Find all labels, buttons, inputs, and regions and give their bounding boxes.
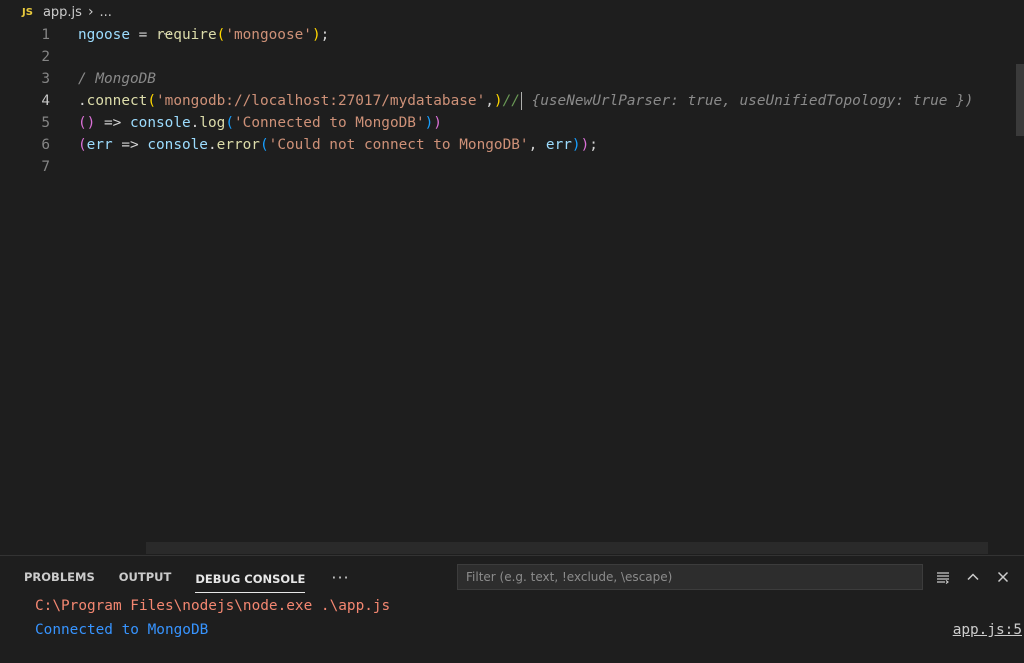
code-token: 'mongodb://localhost:27017/mydatabase' [156, 93, 486, 109]
line-number: 3 [41, 71, 50, 87]
code-token: err [545, 137, 572, 153]
word-wrap-icon[interactable] [932, 566, 954, 588]
code-line[interactable]: 6 (err => console.error('Could not connec… [0, 134, 1024, 156]
breadcrumb-file[interactable]: app.js [43, 5, 82, 20]
code-token: => [112, 137, 148, 153]
scrollbar-thumb[interactable] [1016, 64, 1024, 136]
code-token: ( [225, 115, 234, 131]
debug-output-command: C:\Program Files\nodejs\node.exe .\app.j… [35, 598, 391, 614]
code-content[interactable]: () => console.log('Connected to MongoDB'… [78, 112, 442, 134]
editor-horizontal-scrollbar[interactable] [146, 542, 988, 554]
code-token: ) [433, 115, 442, 131]
code-token: error [216, 137, 260, 153]
code-token: ) [424, 115, 434, 131]
code-token: 'mongoose' [225, 27, 312, 43]
javascript-file-icon: JS [22, 6, 33, 18]
code-token: ; [589, 137, 598, 153]
breadcrumb-more[interactable]: ... [100, 5, 112, 20]
code-token: ngoose [78, 27, 130, 43]
code-token: {useNewUrlParser: true, useUnifiedTopolo… [522, 93, 974, 109]
code-line[interactable]: 7 [0, 156, 1024, 178]
code-token: ( [147, 93, 156, 109]
close-panel-icon[interactable] [992, 566, 1014, 588]
ellipsis-icon[interactable]: ··· [331, 568, 349, 587]
breadcrumb: JS app.js › ... [0, 0, 1024, 24]
tab-debug-console[interactable]: DEBUG CONSOLE [195, 566, 306, 593]
code-token: 'Connected to MongoDB' [234, 115, 425, 131]
maximize-panel-icon[interactable] [962, 566, 984, 588]
line-number: 6 [41, 137, 50, 153]
code-token: ) [311, 27, 321, 43]
code-line[interactable]: 2 [0, 46, 1024, 68]
chevron-right-icon: › [87, 4, 94, 20]
code-content[interactable]: ngoose = require('mongoose'); [78, 24, 329, 46]
code-line[interactable]: 3 / MongoDB [0, 68, 1024, 90]
code-token: => [95, 115, 130, 131]
code-token: . [78, 93, 87, 109]
code-token: 'Could not connect to MongoDB' [268, 137, 529, 153]
code-editor[interactable]: 1 ngoose = require('mongoose'); 2 3 / MongoD… [0, 24, 1024, 542]
line-number: 5 [41, 115, 50, 131]
code-content[interactable]: .connect('mongodb://localhost:27017/myda… [78, 90, 973, 112]
code-token: ( [259, 137, 269, 153]
code-token: ) [571, 137, 581, 153]
code-token: connect [86, 93, 148, 109]
quick-fix-dots[interactable]: ··· [158, 27, 172, 41]
code-token: ) [580, 137, 590, 153]
code-token: ( [216, 27, 226, 43]
code-token: ( [78, 115, 87, 131]
line-number: 7 [41, 159, 50, 175]
code-token: console [147, 137, 208, 153]
text-cursor [520, 92, 522, 110]
code-token: ; [320, 27, 330, 43]
code-token: ) [493, 93, 503, 109]
bottom-panel: PROBLEMS OUTPUT DEBUG CONSOLE ··· C:\Pro… [0, 555, 1024, 663]
code-line[interactable]: 1 ngoose = require('mongoose'); [0, 24, 1024, 46]
line-number: 4 [41, 93, 50, 109]
code-token: err [86, 137, 113, 153]
tab-output[interactable]: OUTPUT [119, 556, 172, 598]
line-number: 1 [41, 27, 50, 43]
code-line[interactable]: 4 .connect('mongodb://localhost:27017/myd… [0, 90, 1024, 112]
line-number: 2 [41, 49, 50, 65]
code-token: , [528, 137, 546, 153]
output-source-link[interactable]: app.js:5 [953, 622, 1022, 638]
code-content[interactable]: / MongoDB [78, 68, 156, 90]
code-token: . [207, 137, 217, 153]
debug-output-message: Connected to MongoDB [35, 622, 209, 638]
code-token: ( [78, 137, 87, 153]
code-token: / MongoDB [78, 71, 156, 87]
editor-vertical-scrollbar[interactable] [1016, 24, 1024, 554]
code-token: = [129, 27, 156, 43]
code-token: console [130, 115, 191, 131]
filter-input[interactable] [457, 564, 923, 590]
code-token: // [502, 93, 520, 109]
code-token: log [199, 115, 226, 131]
code-line[interactable]: 5 () => console.log('Connected to MongoDB… [0, 112, 1024, 134]
tab-problems[interactable]: PROBLEMS [24, 556, 95, 598]
code-token: , [485, 93, 494, 109]
code-content[interactable]: (err => console.error('Could not connect… [78, 134, 598, 156]
panel-tabs: PROBLEMS OUTPUT DEBUG CONSOLE ··· [0, 556, 350, 598]
